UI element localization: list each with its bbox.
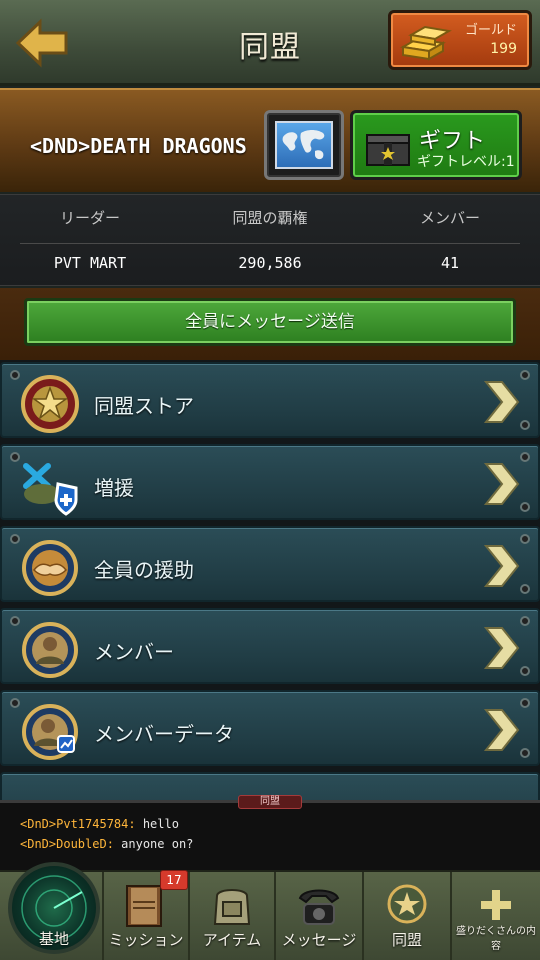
chat-tab-alliance[interactable]: 同盟 bbox=[238, 795, 302, 809]
alliance-stats: リーダー PVT MART 同盟の覇権 290,586 メンバー 41 bbox=[0, 194, 540, 286]
chevron-right-icon bbox=[482, 706, 522, 754]
chat-sender: <DnD>DoubleD: bbox=[20, 837, 114, 851]
menu-item-member-data[interactable]: メンバーデータ bbox=[0, 690, 540, 766]
chevron-right-icon bbox=[482, 542, 522, 590]
power-value: 290,586 bbox=[238, 254, 302, 272]
soldier-medal-icon bbox=[20, 620, 80, 680]
chat-text: hello bbox=[135, 817, 179, 831]
menu-label-reinforcement: 増援 bbox=[94, 476, 134, 500]
power-stat: 同盟の覇権 290,586 bbox=[180, 195, 360, 272]
chat-message: <DnD>DoubleD: anyone on? bbox=[20, 837, 193, 851]
members-label: メンバー bbox=[419, 209, 480, 227]
rivet bbox=[520, 534, 530, 544]
rivet bbox=[520, 502, 530, 512]
rivet bbox=[520, 584, 530, 594]
star-medal-icon bbox=[20, 374, 80, 434]
top-bar: 同盟 ゴールド 199 bbox=[0, 0, 540, 86]
chevron-right-icon bbox=[482, 460, 522, 508]
gold-value: 199 bbox=[490, 41, 517, 57]
nav-messages[interactable]: メッセージ bbox=[276, 872, 364, 960]
gift-crate-icon bbox=[363, 125, 413, 171]
nav-label-extra: 盛りだくさんの内容 bbox=[456, 926, 536, 952]
nav-label-messages: メッセージ bbox=[281, 931, 357, 949]
soldier-data-medal-icon bbox=[20, 702, 80, 762]
gold-label: ゴールド bbox=[464, 23, 517, 38]
rivet bbox=[520, 420, 530, 430]
nav-label-base: 基地 bbox=[38, 930, 69, 948]
telephone-icon bbox=[292, 880, 346, 930]
menu-label-help-all: 全員の援助 bbox=[94, 558, 194, 582]
menu-item-help-all[interactable]: 全員の援助 bbox=[0, 526, 540, 602]
rivet bbox=[520, 370, 530, 380]
rivet bbox=[520, 748, 530, 758]
chevron-right-icon bbox=[482, 624, 522, 672]
rivet bbox=[520, 698, 530, 708]
rivet bbox=[10, 698, 20, 708]
message-all-button[interactable]: 全員にメッセージ送信 bbox=[24, 298, 516, 346]
rivet bbox=[520, 666, 530, 676]
alliance-emblem-icon bbox=[380, 880, 434, 930]
leader-stat: リーダー PVT MART bbox=[0, 195, 180, 272]
rivet bbox=[520, 452, 530, 462]
menu-label-members: メンバー bbox=[94, 640, 174, 664]
chat-message: <DnD>Pvt1745784: hello bbox=[20, 817, 179, 831]
handshake-medal-icon bbox=[20, 538, 80, 598]
world-map-icon bbox=[275, 121, 333, 169]
missions-badge: 17 bbox=[160, 870, 188, 890]
nav-label-alliance: 同盟 bbox=[391, 931, 422, 949]
world-map-button[interactable] bbox=[264, 110, 344, 180]
chat-panel[interactable]: 同盟 <DnD>Pvt1745784: hello <DnD>DoubleD: … bbox=[0, 795, 540, 870]
power-label: 同盟の覇権 bbox=[232, 209, 308, 227]
alliance-menu: 同盟ストア 増援 全員の援助 メンバー メンバーデータ bbox=[0, 360, 540, 800]
rivet bbox=[520, 616, 530, 626]
chevron-right-icon bbox=[482, 378, 522, 426]
gold-bars-icon bbox=[399, 21, 455, 63]
alliance-name: <DND>DEATH DRAGONS bbox=[30, 134, 247, 158]
menu-label-member-data: メンバーデータ bbox=[94, 722, 234, 746]
chat-text: anyone on? bbox=[113, 837, 194, 851]
gift-level: ギフトレベル:1 bbox=[417, 154, 515, 170]
nav-label-items: アイテム bbox=[202, 931, 262, 949]
menu-item-reinforcement[interactable]: 増援 bbox=[0, 444, 540, 520]
rivet bbox=[10, 370, 20, 380]
members-value: 41 bbox=[440, 254, 460, 272]
leader-label: リーダー bbox=[59, 209, 120, 227]
nav-items[interactable]: アイテム bbox=[190, 872, 276, 960]
reinforcement-shield-icon bbox=[20, 456, 80, 516]
menu-item-members[interactable]: メンバー bbox=[0, 608, 540, 684]
nav-alliance[interactable]: 同盟 bbox=[364, 872, 452, 960]
nav-extra[interactable]: 盛りだくさんの内容 bbox=[452, 872, 540, 960]
rivet bbox=[10, 616, 20, 626]
stats-divider bbox=[20, 243, 520, 244]
leader-value: PVT MART bbox=[53, 254, 127, 272]
members-stat: メンバー 41 bbox=[360, 195, 540, 272]
rivet bbox=[10, 452, 20, 462]
menu-item-store[interactable]: 同盟ストア bbox=[0, 362, 540, 438]
chat-sender: <DnD>Pvt1745784: bbox=[20, 817, 136, 831]
nav-label-missions: ミッション bbox=[108, 931, 184, 949]
backpack-icon bbox=[205, 880, 259, 930]
menu-label-store: 同盟ストア bbox=[94, 394, 194, 418]
rivet bbox=[10, 534, 20, 544]
gold-counter[interactable]: ゴールド 199 bbox=[388, 10, 532, 70]
gift-button[interactable]: ギフト ギフトレベル:1 bbox=[350, 110, 522, 180]
